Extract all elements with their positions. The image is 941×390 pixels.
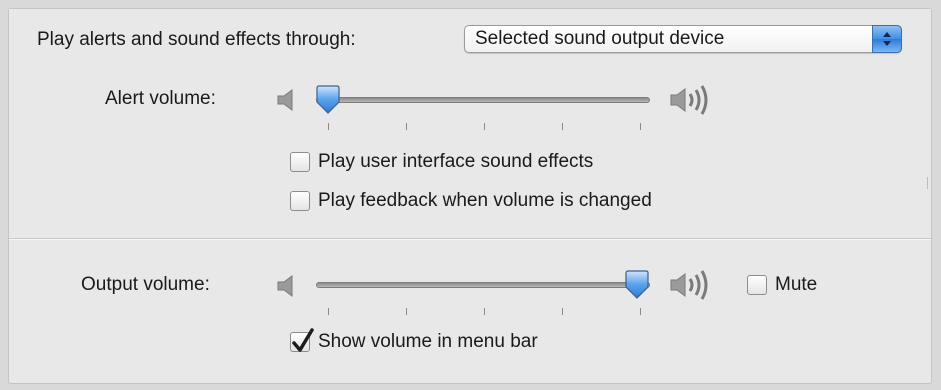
alerts-output-popup[interactable]: Selected sound output device [464, 25, 902, 53]
panel-edge-notch [927, 177, 931, 189]
ui-sound-effects-checkbox[interactable] [290, 152, 310, 172]
speaker-low-icon [276, 273, 298, 304]
alert-volume-track[interactable] [316, 97, 650, 103]
checkmark-icon [292, 328, 314, 352]
ui-sound-effects-label[interactable]: Play user interface sound effects [318, 151, 593, 173]
mute-label[interactable]: Mute [775, 274, 817, 296]
output-volume-track[interactable] [316, 282, 650, 288]
alert-volume-label: Alert volume: [105, 88, 216, 109]
alert-volume-knob[interactable] [314, 85, 342, 115]
output-volume-knob[interactable] [623, 270, 651, 300]
alerts-output-label: Play alerts and sound effects through: [37, 29, 356, 50]
output-volume-label: Output volume: [81, 274, 210, 295]
speaker-high-icon [669, 82, 717, 123]
volume-feedback-label[interactable]: Play feedback when volume is changed [318, 190, 652, 212]
mute-checkbox[interactable] [747, 275, 767, 295]
show-volume-menu-bar-label[interactable]: Show volume in menu bar [318, 331, 538, 353]
speaker-high-icon [669, 267, 717, 308]
speaker-low-icon [276, 87, 298, 118]
up-down-arrows-icon [872, 25, 902, 53]
alerts-output-selected: Selected sound output device [475, 28, 725, 49]
show-volume-menu-bar-checkbox[interactable] [290, 328, 314, 352]
volume-feedback-checkbox[interactable] [290, 191, 310, 211]
sound-effects-panel: Play alerts and sound effects through: S… [8, 8, 932, 384]
